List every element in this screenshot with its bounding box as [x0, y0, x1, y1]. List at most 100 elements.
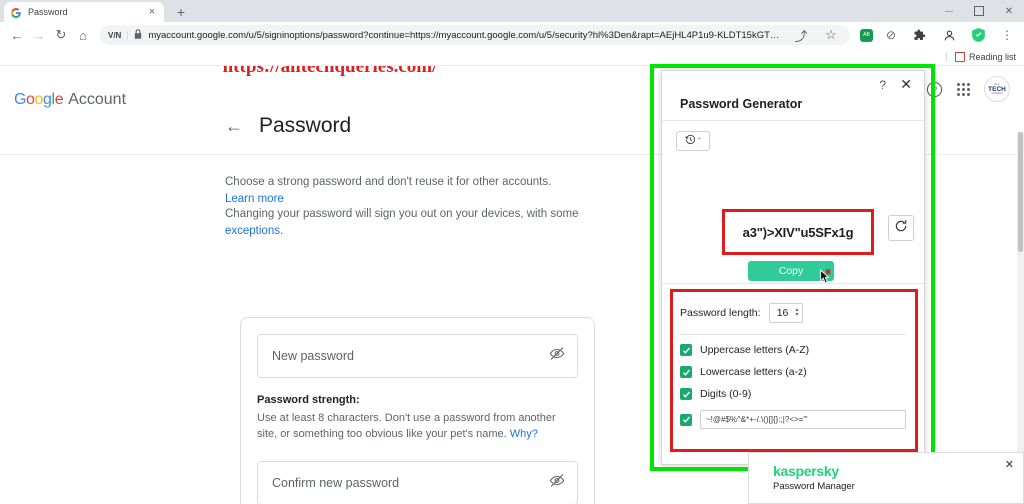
- window-controls: ✕: [934, 0, 1024, 22]
- reading-list-label: Reading list: [968, 51, 1016, 62]
- new-password-placeholder: New password: [272, 349, 354, 363]
- kaspersky-shield-icon[interactable]: [967, 24, 989, 46]
- home-button-icon[interactable]: ⌂: [72, 24, 94, 46]
- page-scrollbar[interactable]: [1017, 132, 1024, 504]
- panel-divider: [662, 283, 924, 284]
- chrome-menu-icon[interactable]: ⋮: [996, 24, 1018, 46]
- password-generator-title: Password Generator: [680, 97, 803, 111]
- google-apps-icon[interactable]: [957, 82, 970, 96]
- description-line-2: Changing your password will sign you out…: [225, 206, 580, 239]
- confirm-password-placeholder: Confirm new password: [272, 475, 400, 490]
- back-arrow-icon[interactable]: ←: [225, 117, 243, 135]
- option-uppercase[interactable]: Uppercase letters (A-Z): [680, 344, 906, 356]
- omnibox-actions: ⤴ ☆: [790, 24, 842, 46]
- password-strength-label: Password strength:: [257, 394, 360, 406]
- tab-strip: Password × + ✕: [0, 0, 1024, 22]
- reading-list-icon: [954, 51, 965, 62]
- options-divider: [680, 334, 906, 335]
- browser-window: Password × + ✕ ← → ↻ ⌂ V/N myaccount.goo…: [0, 0, 1024, 504]
- back-button-icon[interactable]: ←: [6, 24, 28, 46]
- option-uppercase-label: Uppercase letters (A-Z): [700, 344, 810, 356]
- checkbox-checked-icon-digits[interactable]: [680, 388, 692, 400]
- bookmarks-bar: Reading list: [0, 48, 1024, 66]
- blocked-content-icon[interactable]: ⊘: [880, 24, 902, 46]
- page-title: Password: [259, 114, 352, 137]
- stepper-arrows: ▴ ▾: [796, 307, 802, 318]
- stepper-down-icon[interactable]: ▾: [796, 312, 799, 318]
- address-bar[interactable]: V/N myaccount.google.com/u/5/signinoptio…: [100, 25, 850, 45]
- reading-list-button[interactable]: Reading list: [945, 51, 1016, 62]
- extensions-puzzle-icon[interactable]: [909, 24, 931, 46]
- copy-button[interactable]: Copy: [748, 261, 834, 281]
- option-lowercase-label: Lowercase letters (a-z): [700, 366, 807, 378]
- password-length-label: Password length:: [680, 307, 761, 319]
- new-password-input[interactable]: New password: [257, 334, 578, 378]
- password-generator-header: Password Generator ? ✕: [662, 71, 924, 121]
- generated-password-text[interactable]: a3")>XIV"u5SFx1g: [725, 212, 871, 252]
- refresh-password-button[interactable]: [888, 215, 914, 241]
- help-icon-generator[interactable]: ?: [879, 78, 886, 92]
- help-icon[interactable]: ?: [926, 81, 943, 98]
- eye-slash-icon-confirm[interactable]: [549, 472, 565, 493]
- google-account-word: Account: [68, 91, 127, 108]
- profile-avatar-icon[interactable]: [938, 24, 960, 46]
- desc1-text: Choose a strong password and don't reuse…: [225, 176, 552, 188]
- why-link[interactable]: Why?: [510, 428, 538, 440]
- desc2-tail: .: [279, 224, 284, 237]
- lock-icon: [134, 29, 142, 41]
- kaspersky-logo: kaspersky: [773, 463, 839, 479]
- avatar[interactable]: ALL TECH QUERIES: [984, 76, 1010, 102]
- generator-options: Password length: 16 ▴ ▾ Uppercase letter…: [662, 289, 924, 439]
- option-digits-label: Digits (0-9): [700, 388, 752, 400]
- refresh-icon: [894, 219, 908, 238]
- window-maximize-button[interactable]: [964, 0, 994, 22]
- adblock-label: AB: [863, 32, 870, 38]
- learn-more-link[interactable]: Learn more: [225, 193, 284, 205]
- page-title-row: ← Password: [225, 114, 351, 138]
- watermark-text: https://alltechqueries.com/: [222, 66, 438, 77]
- share-icon[interactable]: ⤴: [790, 24, 812, 46]
- close-icon-generator[interactable]: ✕: [900, 77, 912, 91]
- tab-close-icon[interactable]: ×: [146, 6, 158, 18]
- google-logo[interactable]: Google: [14, 91, 64, 109]
- bookmark-star-icon[interactable]: ☆: [820, 24, 842, 46]
- vpn-chip[interactable]: V/N: [108, 30, 129, 40]
- kaspersky-banner: kaspersky Password Manager ✕: [748, 452, 1024, 504]
- scrollbar-thumb[interactable]: [1018, 132, 1023, 252]
- tab-title: Password: [28, 7, 68, 17]
- password-length-row: Password length: 16 ▴ ▾: [680, 303, 906, 323]
- window-minimize-button[interactable]: [934, 0, 964, 22]
- google-favicon-icon: [10, 6, 22, 19]
- desc2-text: Changing your password will sign you out…: [225, 208, 579, 220]
- browser-toolbar: ← → ↻ ⌂ V/N myaccount.google.com/u/5/sig…: [0, 22, 1024, 48]
- history-clock-icon: [685, 132, 696, 150]
- symbols-input[interactable]: ~!@#$%^&*+-/.\()[]{}:;|?<>="': [700, 410, 906, 429]
- checkbox-checked-icon-lowercase[interactable]: [680, 366, 692, 378]
- svg-text:?: ?: [932, 85, 937, 95]
- history-button[interactable]: ˇ: [676, 131, 710, 151]
- password-strength-help: Use at least 8 characters. Don't use a p…: [257, 411, 578, 443]
- forward-button-icon[interactable]: →: [28, 24, 50, 46]
- password-generator-panel: Password Generator ? ✕ ˇ a3")>XIV"u5SFx1…: [661, 70, 925, 465]
- option-symbols[interactable]: ~!@#$%^&*+-/.\()[]{}:;|?<>="': [680, 410, 906, 429]
- chevron-down-icon: ˇ: [698, 136, 701, 146]
- password-length-stepper[interactable]: 16 ▴ ▾: [768, 303, 803, 323]
- option-lowercase[interactable]: Lowercase letters (a-z): [680, 366, 906, 378]
- description-line-1: Choose a strong password and don't reuse…: [225, 174, 580, 207]
- new-tab-button[interactable]: +: [172, 4, 190, 22]
- checkbox-checked-icon-uppercase[interactable]: [680, 344, 692, 356]
- password-length-value: 16: [776, 307, 789, 319]
- reload-button-icon[interactable]: ↻: [50, 24, 72, 46]
- checkbox-checked-icon-symbols[interactable]: [680, 413, 692, 426]
- extension-icons: AB ⊘ ⋮: [856, 24, 1018, 46]
- eye-slash-icon-new[interactable]: [549, 346, 565, 367]
- option-digits[interactable]: Digits (0-9): [680, 388, 906, 400]
- adblock-icon[interactable]: AB: [860, 28, 873, 42]
- close-icon-banner[interactable]: ✕: [1005, 458, 1014, 471]
- window-close-button[interactable]: ✕: [994, 0, 1024, 22]
- kaspersky-subtitle: Password Manager: [773, 481, 855, 492]
- confirm-password-wrapper: Confirm new password: [257, 460, 578, 504]
- confirm-password-input[interactable]: Confirm new password: [257, 460, 578, 504]
- exceptions-link[interactable]: exceptions: [225, 225, 280, 237]
- browser-tab-password[interactable]: Password ×: [4, 2, 164, 22]
